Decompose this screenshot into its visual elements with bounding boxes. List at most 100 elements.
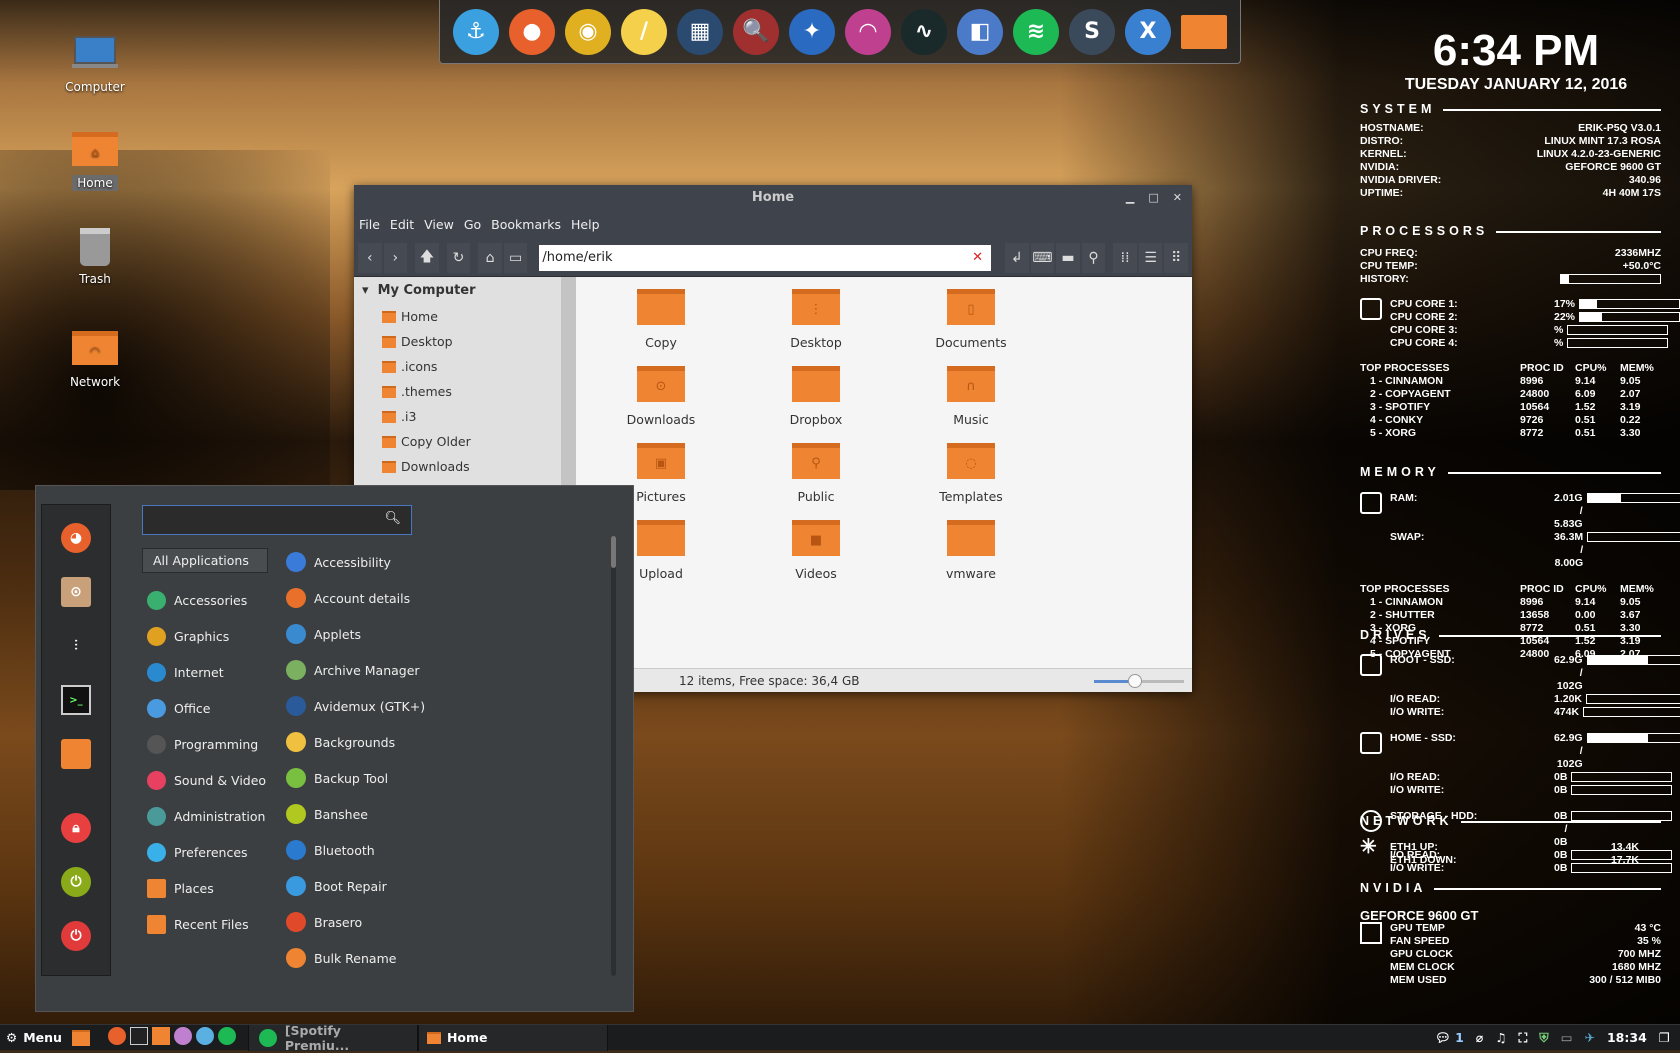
file-item[interactable]: ⚲ Public: [756, 443, 876, 504]
app-accessibility[interactable]: Accessibility: [286, 544, 616, 580]
screenshot-icon[interactable]: ⛶: [1519, 1030, 1528, 1046]
search-button[interactable]: ⚲: [1081, 242, 1106, 273]
menu-search-input[interactable]: 🔍︎: [142, 505, 412, 535]
favorite-system-settings-icon[interactable]: ⫶: [61, 631, 91, 661]
home-button[interactable]: ⌂: [478, 242, 502, 273]
minimize-button[interactable]: ▁: [1126, 185, 1134, 211]
window-button[interactable]: [Spotify Premiu...: [247, 1023, 418, 1053]
menu-bookmarks[interactable]: Bookmarks: [491, 217, 561, 233]
app-brasero[interactable]: Brasero: [286, 904, 616, 940]
dock-video-editor-icon[interactable]: ▦: [677, 8, 723, 55]
new-folder-button[interactable]: ▬: [1056, 242, 1080, 273]
dock-sublime-icon[interactable]: S: [1069, 8, 1115, 55]
sidebar-header[interactable]: ▾ My Computer: [354, 277, 561, 304]
menu-view[interactable]: View: [424, 217, 454, 233]
dock-rainbow-icon[interactable]: ◠: [845, 8, 891, 55]
app-boot-repair[interactable]: Boot Repair: [286, 868, 616, 904]
menu-help[interactable]: Help: [571, 217, 600, 233]
sidebar-item[interactable]: .i3: [354, 404, 561, 429]
dock-image-viewer-icon[interactable]: 🔍: [733, 8, 779, 55]
title-bar[interactable]: Home ▁ □ ✕: [354, 185, 1192, 211]
location-bar[interactable]: /home/erik ✕: [539, 244, 992, 271]
file-item[interactable]: ⊙ Downloads: [601, 366, 721, 427]
launcher-spotify-icon[interactable]: [217, 1027, 236, 1045]
menu-go[interactable]: Go: [464, 217, 481, 233]
dock-x-app-icon[interactable]: X: [1125, 8, 1171, 55]
toggle-location-button[interactable]: ↲: [1005, 242, 1029, 273]
bird-icon[interactable]: ✈: [1585, 1030, 1595, 1045]
desktop-icon-network[interactable]: ◠ Network: [50, 327, 140, 389]
sidebar-item[interactable]: .icons: [354, 354, 561, 379]
window-list-icon[interactable]: ❐: [1659, 1030, 1670, 1045]
file-item[interactable]: ◌ Templates: [911, 443, 1031, 504]
file-item[interactable]: ⋮ Desktop: [756, 289, 876, 350]
menu-file[interactable]: File: [359, 217, 380, 233]
image-icon[interactable]: ▭: [1561, 1030, 1573, 1045]
dock-spotify-icon[interactable]: ≋: [1013, 8, 1059, 55]
back-button[interactable]: ‹: [358, 242, 382, 273]
dock-app-icon[interactable]: ◧: [957, 8, 1003, 55]
file-item[interactable]: ∩ Music: [911, 366, 1031, 427]
compact-view-button[interactable]: ⠿: [1164, 242, 1188, 273]
pen-icon[interactable]: ⌀: [1476, 1030, 1484, 1045]
forward-button[interactable]: ›: [383, 242, 408, 273]
favorite-files-icon[interactable]: [61, 739, 91, 769]
dock-notes-icon[interactable]: /: [621, 8, 667, 55]
up-button[interactable]: 🡅: [415, 242, 439, 273]
dock-firefox-icon[interactable]: ●: [509, 8, 555, 55]
favorite-firefox-icon[interactable]: ◕: [61, 523, 91, 553]
favorite-package-installer-icon[interactable]: ⊙: [61, 577, 91, 607]
menu-edit[interactable]: Edit: [390, 217, 414, 233]
app-bluetooth[interactable]: Bluetooth: [286, 832, 616, 868]
launcher-firefox-icon[interactable]: [107, 1027, 126, 1045]
sidebar-item[interactable]: Copy Older: [354, 429, 561, 454]
sidebar-item[interactable]: Home: [354, 304, 561, 329]
launcher-dropbox-icon[interactable]: [195, 1027, 214, 1045]
dock-anchor-icon[interactable]: ⚓: [453, 8, 499, 55]
app-applets[interactable]: Applets: [286, 616, 616, 652]
favorite-logout-icon[interactable]: ⏻: [61, 867, 91, 897]
close-button[interactable]: ✕: [1173, 185, 1182, 211]
dock-system-monitor-icon[interactable]: ∿: [901, 8, 947, 55]
file-item[interactable]: ■ Videos: [756, 520, 876, 581]
file-item[interactable]: Dropbox: [756, 366, 876, 427]
terminal-button[interactable]: ⌨: [1030, 242, 1055, 273]
all-applications-button[interactable]: All Applications: [142, 548, 268, 573]
icon-view-button[interactable]: ⁞⁞: [1113, 242, 1137, 273]
file-item[interactable]: Copy: [601, 289, 721, 350]
notifications-icon[interactable]: 💬︎ 1: [1435, 1030, 1464, 1046]
favorite-shutdown-icon[interactable]: ⏻: [61, 921, 91, 951]
dock-shutter-icon[interactable]: ✦: [789, 8, 835, 55]
window-button[interactable]: Home: [417, 1024, 608, 1051]
app-banshee[interactable]: Banshee: [286, 796, 616, 832]
app-avidemux-gtk-[interactable]: Avidemux (GTK+): [286, 688, 616, 724]
menu-button[interactable]: ⚙ Menu: [0, 1025, 68, 1051]
maximize-button[interactable]: □: [1148, 185, 1158, 211]
zoom-slider[interactable]: [1094, 674, 1184, 688]
file-item[interactable]: vmware: [911, 520, 1031, 581]
desktop-icon-computer[interactable]: Computer: [50, 30, 140, 94]
clear-location-icon[interactable]: ✕: [972, 245, 983, 271]
sidebar-item[interactable]: Desktop: [354, 329, 561, 354]
favorite-lock-screen-icon[interactable]: 🔒︎: [61, 813, 91, 843]
app-backup-tool[interactable]: Backup Tool: [286, 760, 616, 796]
sidebar-item[interactable]: .themes: [354, 379, 561, 404]
reload-button[interactable]: ↻: [446, 242, 471, 273]
show-desktop-folder-icon[interactable]: [71, 1029, 90, 1046]
launcher-terminal-icon[interactable]: [129, 1027, 148, 1045]
app-account-details[interactable]: Account details: [286, 580, 616, 616]
app-archive-manager[interactable]: Archive Manager: [286, 652, 616, 688]
menu-scrollbar[interactable]: [611, 536, 616, 976]
app-bulk-rename[interactable]: Bulk Rename: [286, 940, 616, 976]
desktop-icon-trash[interactable]: Trash: [50, 228, 140, 286]
list-view-button[interactable]: ☰: [1138, 242, 1163, 273]
shield-icon[interactable]: ⛨: [1539, 1030, 1548, 1046]
launcher-pidgin-icon[interactable]: [173, 1027, 192, 1045]
dock-chrome-icon[interactable]: ◉: [565, 8, 611, 55]
desktop-icon-home[interactable]: ⌂ Home: [50, 128, 140, 191]
music-icon[interactable]: ♫: [1495, 1030, 1506, 1045]
computer-button[interactable]: ▭: [503, 242, 528, 273]
launcher-files-icon[interactable]: [151, 1027, 170, 1045]
favorite-terminal-icon[interactable]: >_: [61, 685, 91, 715]
tray-clock[interactable]: 18:34: [1607, 1030, 1647, 1045]
